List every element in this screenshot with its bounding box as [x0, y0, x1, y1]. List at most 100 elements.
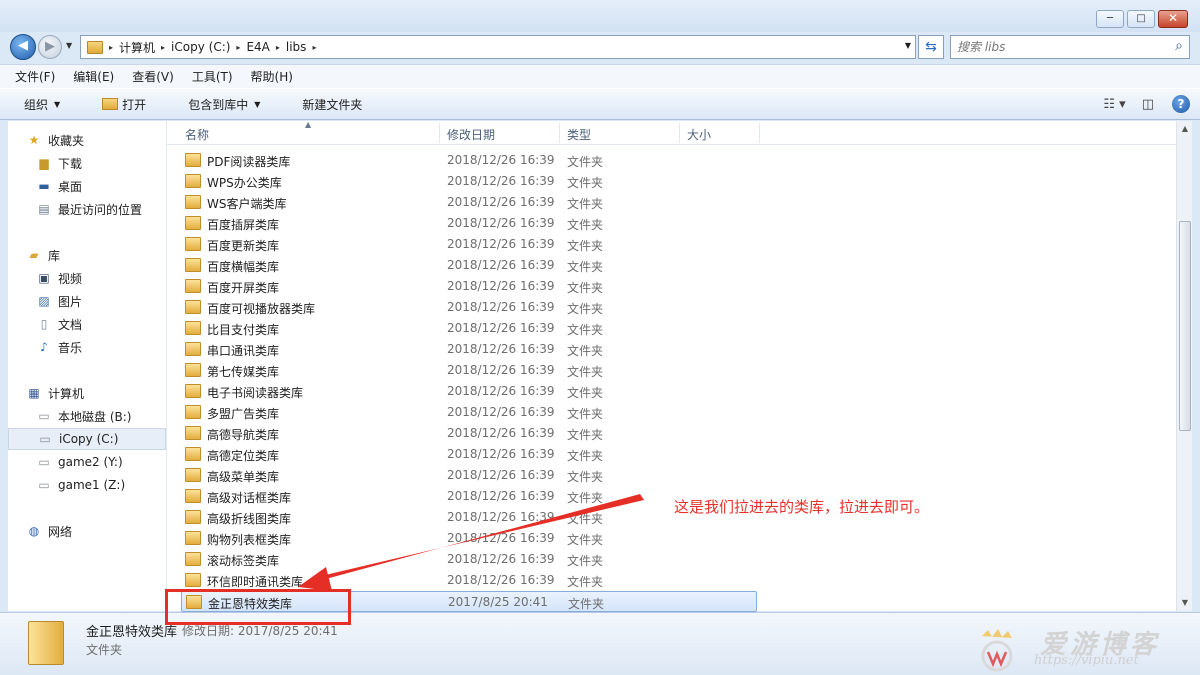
column-divider[interactable] — [559, 123, 560, 143]
scroll-thumb[interactable] — [1179, 221, 1191, 431]
include-in-library-button[interactable]: 包含到库中 ▼ — [182, 93, 266, 116]
breadcrumb-separator[interactable]: ▸ — [161, 43, 165, 52]
file-row[interactable]: 比目支付类库 2018/12/26 16:39 文件夹 — [181, 318, 757, 339]
recent-pages-dropdown[interactable]: ▼ — [66, 41, 72, 50]
file-name: 高德定位类库 — [207, 449, 280, 463]
column-divider[interactable] — [679, 123, 680, 143]
breadcrumb-computer[interactable]: 计算机 — [119, 39, 155, 56]
refresh-button[interactable]: ⇆ — [918, 35, 944, 59]
hard-drive-icon: ▭ — [39, 432, 51, 446]
breadcrumb-e4a[interactable]: E4A — [246, 40, 269, 54]
view-options-icon[interactable]: ☷ ▾ — [1103, 97, 1125, 112]
file-row[interactable]: 高级折线图类库 2018/12/26 16:39 文件夹 — [181, 507, 757, 528]
column-date[interactable]: 修改日期 — [447, 126, 495, 143]
breadcrumb-drive-c[interactable]: iCopy (C:) — [171, 40, 230, 54]
command-toolbar: 组织 ▼ 打开 包含到库中 ▼ 新建文件夹 ☷ ▾ ◫ ? — [0, 88, 1200, 120]
file-row[interactable]: 滚动标签类库 2018/12/26 16:39 文件夹 — [181, 549, 757, 570]
menu-edit[interactable]: 编辑(E) — [70, 66, 117, 87]
details-name: 金正恩特效类库 — [86, 625, 178, 640]
file-row[interactable]: 环信即时通讯类库 2018/12/26 16:39 文件夹 — [181, 570, 757, 591]
file-row[interactable]: 购物列表框类库 2018/12/26 16:39 文件夹 — [181, 528, 757, 549]
file-date: 2018/12/26 16:39 — [447, 300, 555, 314]
file-row[interactable]: 电子书阅读器类库 2018/12/26 16:39 文件夹 — [181, 381, 757, 402]
file-date: 2018/12/26 16:39 — [447, 552, 555, 566]
file-name: 百度可视播放器类库 — [207, 302, 316, 316]
nav-libraries[interactable]: ▰ 库 — [26, 244, 184, 266]
close-button[interactable]: ✕ — [1158, 10, 1188, 28]
organize-label: 组织 — [24, 97, 49, 112]
search-box[interactable]: ⌕ — [950, 35, 1190, 59]
search-icon[interactable]: ⌕ — [1175, 38, 1183, 54]
refresh-icon: ⇆ — [925, 39, 937, 55]
menu-help[interactable]: 帮助(H) — [248, 66, 296, 87]
file-row[interactable]: WPS办公类库 2018/12/26 16:39 文件夹 — [181, 171, 757, 192]
file-row[interactable]: 百度插屏类库 2018/12/26 16:39 文件夹 — [181, 213, 757, 234]
file-date: 2018/12/26 16:39 — [447, 216, 555, 230]
file-row[interactable]: WS客户端类库 2018/12/26 16:39 文件夹 — [181, 192, 757, 213]
organize-button[interactable]: 组织 ▼ — [18, 93, 66, 116]
file-name: 高级折线图类库 — [207, 512, 292, 526]
file-row[interactable]: 第七传媒类库 2018/12/26 16:39 文件夹 — [181, 360, 757, 381]
minimize-button[interactable]: ─ — [1096, 10, 1124, 28]
menu-tools[interactable]: 工具(T) — [189, 66, 236, 87]
file-row[interactable]: 高德导航类库 2018/12/26 16:39 文件夹 — [181, 423, 757, 444]
vertical-scrollbar[interactable]: ▲ ▼ — [1176, 121, 1192, 611]
picture-icon: ▨ — [38, 294, 50, 308]
nav-computer[interactable]: ▦ 计算机 — [26, 382, 184, 404]
file-name: 高德导航类库 — [207, 428, 280, 442]
scroll-down-icon[interactable]: ▼ — [1177, 595, 1193, 611]
file-name: 高级菜单类库 — [207, 470, 280, 484]
scroll-up-icon[interactable]: ▲ — [1177, 121, 1193, 137]
file-row[interactable]: 百度更新类库 2018/12/26 16:39 文件夹 — [181, 234, 757, 255]
download-folder-icon: ▆ — [39, 156, 49, 170]
column-size[interactable]: 大小 — [687, 126, 711, 143]
folder-icon — [185, 279, 201, 293]
breadcrumb-separator[interactable]: ▸ — [109, 43, 113, 52]
maximize-button[interactable]: □ — [1127, 10, 1155, 28]
column-name[interactable]: 名称 — [185, 126, 209, 143]
file-name: 多盟广告类库 — [207, 407, 280, 421]
file-name: 百度横幅类库 — [207, 260, 280, 274]
help-icon[interactable]: ? — [1172, 95, 1190, 113]
nav-favorites[interactable]: ★ 收藏夹 — [26, 129, 184, 151]
file-row[interactable]: 高级对话框类库 2018/12/26 16:39 文件夹 — [181, 486, 757, 507]
search-input[interactable] — [957, 37, 1157, 57]
file-row[interactable]: 高级菜单类库 2018/12/26 16:39 文件夹 — [181, 465, 757, 486]
preview-pane-icon[interactable]: ◫ — [1142, 97, 1154, 112]
menu-view[interactable]: 查看(V) — [129, 66, 177, 87]
file-row[interactable]: 百度开屏类库 2018/12/26 16:39 文件夹 — [181, 276, 757, 297]
column-divider[interactable] — [439, 123, 440, 143]
open-folder-icon — [102, 98, 119, 110]
breadcrumb-libs[interactable]: libs — [286, 40, 307, 54]
file-row[interactable]: 串口通讯类库 2018/12/26 16:39 文件夹 — [181, 339, 757, 360]
forward-button[interactable]: ▶ — [38, 35, 62, 59]
nav-network[interactable]: ◍ 网络 — [26, 520, 184, 542]
column-divider[interactable] — [759, 123, 760, 143]
menu-file[interactable]: 文件(F) — [12, 66, 58, 87]
minimize-icon: ─ — [1106, 13, 1114, 24]
file-row[interactable]: PDF阅读器类库 2018/12/26 16:39 文件夹 — [181, 150, 757, 171]
nav-label: iCopy (C:) — [59, 432, 119, 446]
file-row[interactable]: 多盟广告类库 2018/12/26 16:39 文件夹 — [181, 402, 757, 423]
nav-label: game1 (Z:) — [58, 478, 126, 492]
new-folder-button[interactable]: 新建文件夹 — [296, 93, 368, 116]
column-type[interactable]: 类型 — [567, 126, 591, 143]
address-history-dropdown[interactable]: ▼ — [905, 41, 911, 50]
address-bar[interactable]: ▸ 计算机 ▸ iCopy (C:) ▸ E4A ▸ libs ▸ ▼ — [80, 35, 916, 59]
file-type: 文件夹 — [567, 176, 604, 190]
breadcrumb-separator[interactable]: ▸ — [236, 43, 240, 52]
file-name: 滚动标签类库 — [207, 554, 280, 568]
breadcrumb-separator[interactable]: ▸ — [276, 43, 280, 52]
breadcrumb-separator[interactable]: ▸ — [312, 43, 316, 52]
file-type: 文件夹 — [567, 407, 604, 421]
nav-drive-c[interactable]: ▭ iCopy (C:) — [8, 428, 166, 450]
file-row[interactable]: 百度可视播放器类库 2018/12/26 16:39 文件夹 — [181, 297, 757, 318]
file-row[interactable]: 百度横幅类库 2018/12/26 16:39 文件夹 — [181, 255, 757, 276]
file-row[interactable]: 高德定位类库 2018/12/26 16:39 文件夹 — [181, 444, 757, 465]
file-type: 文件夹 — [567, 512, 604, 526]
file-date: 2018/12/26 16:39 — [447, 174, 555, 188]
recent-places-icon: ▤ — [38, 202, 50, 216]
file-date: 2018/12/26 16:39 — [447, 237, 555, 251]
open-button[interactable]: 打开 — [96, 93, 152, 116]
back-button[interactable]: ◀ — [10, 34, 36, 60]
